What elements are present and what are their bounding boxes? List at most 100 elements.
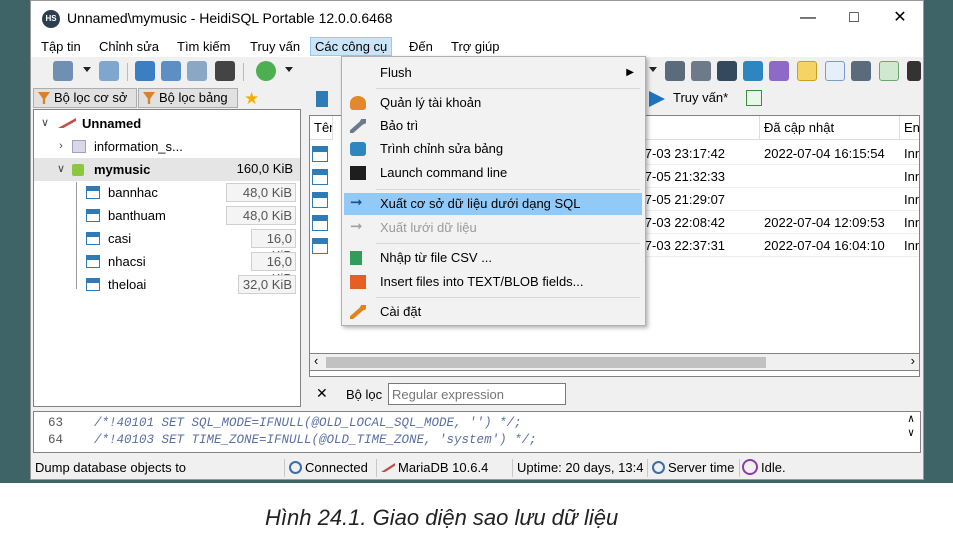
cell-updated[interactable]: 2022-07-04 16:04:10 (760, 234, 900, 257)
heidisql-logo-icon: HS (42, 10, 60, 28)
status-connected: Connected (289, 459, 377, 477)
connect-dropdown-icon[interactable] (83, 67, 91, 72)
folder-dropdown-icon[interactable] (649, 67, 657, 72)
db-filter-label: Bộ lọc cơ sở (54, 90, 128, 105)
cell-engine[interactable]: InnoDI (900, 165, 919, 188)
print-icon[interactable] (215, 61, 235, 81)
filter-input[interactable] (388, 383, 566, 405)
minimize-button[interactable]: — (785, 1, 831, 35)
database-icon (72, 140, 86, 153)
table-filter-tab[interactable]: Bộ lọc bảng (138, 88, 238, 108)
submenu-arrow-icon: ▶ (626, 67, 634, 78)
menu-preferences[interactable]: Cài đặt (344, 301, 642, 323)
menu-export-sql[interactable]: ➞ Xuất cơ sở dữ liệu dưới dạng SQL (344, 193, 642, 215)
tree-node-table[interactable]: banthuam 48,0 KiB (34, 204, 300, 227)
more-tools-icon[interactable] (907, 61, 921, 81)
scroll-left-icon[interactable]: ‹ (314, 353, 318, 368)
menu-insert-files[interactable]: Insert files into TEXT/BLOB fields... (344, 271, 642, 293)
scroll-up-icon[interactable]: ∧ (902, 412, 920, 426)
cell-updated[interactable] (760, 188, 900, 211)
log-line-number: 64 (48, 433, 64, 447)
expand-chevron-icon[interactable]: › (56, 135, 66, 158)
tree-node-mymusic[interactable]: ∨ mymusic 160,0 KiB (34, 158, 300, 181)
menu-maintenance[interactable]: Bảo trì (344, 115, 642, 137)
export-grid-icon: ➞ (350, 218, 363, 235)
warning-toggle-icon[interactable] (797, 61, 817, 81)
menu-import-csv[interactable]: Nhập từ file CSV ... (344, 247, 642, 269)
refresh-dropdown-icon[interactable] (285, 67, 293, 72)
tree-node-table[interactable]: casi 16,0 KiB (34, 227, 300, 263)
menu-table-editor[interactable]: Trình chỉnh sửa bảng (344, 138, 642, 160)
menu-help[interactable]: Trợ giúp (446, 37, 505, 56)
status-server: MariaDB 10.6.4 (381, 459, 513, 477)
tree-node-information-schema[interactable]: › information_s... (34, 135, 300, 158)
col-header-name[interactable]: Tên (310, 116, 333, 140)
new-query-tab-icon[interactable] (746, 90, 762, 106)
copy-icon[interactable] (135, 61, 155, 81)
paste-icon[interactable] (161, 61, 181, 81)
menu-separator (376, 88, 640, 89)
cell-engine[interactable]: InnoDI (900, 234, 919, 257)
undo-icon[interactable] (187, 61, 207, 81)
cell-engine[interactable]: InnoDI (900, 142, 919, 165)
cell-updated[interactable]: 2022-07-04 12:09:53 (760, 211, 900, 234)
tree-node-table[interactable]: nhacsi 16,0 KiB (34, 250, 300, 286)
status-server-label: MariaDB 10.6.4 (398, 460, 489, 475)
collapse-chevron-icon[interactable]: ∨ (40, 112, 50, 135)
col-header-engine[interactable]: Engine (900, 116, 919, 140)
save-icon[interactable] (665, 61, 685, 81)
menu-file[interactable]: Tập tin (36, 37, 86, 56)
table-editor-icon (350, 142, 366, 156)
menu-tools[interactable]: Các công cụ (310, 37, 393, 56)
close-button[interactable]: ✕ (877, 1, 923, 35)
cell-updated[interactable]: 2022-07-04 16:15:54 (760, 142, 900, 165)
favorites-star-icon[interactable]: ★ (244, 89, 259, 109)
menu-flush[interactable]: Flush ▶ (344, 62, 642, 84)
scroll-down-icon[interactable]: ∨ (902, 426, 920, 440)
collapse-chevron-icon[interactable]: ∨ (56, 158, 66, 181)
menu-user-manager[interactable]: Quản lý tài khoản (344, 92, 642, 114)
log-scrollbar[interactable]: ∧ ∨ (902, 412, 920, 452)
save-as-icon[interactable] (691, 61, 711, 81)
window-title: Unnamed\mymusic - HeidiSQL Portable 12.0… (67, 10, 393, 26)
binary-icon[interactable] (825, 61, 845, 81)
cell-updated[interactable] (760, 165, 900, 188)
host-tab-icon[interactable] (316, 91, 328, 107)
scroll-thumb[interactable] (326, 357, 766, 368)
col-header-updated[interactable]: Đã cập nhật (760, 116, 900, 140)
menu-goto[interactable]: Đến (404, 37, 438, 56)
wrap-lines-icon[interactable] (851, 61, 871, 81)
menu-launch-command-line[interactable]: Launch command line (344, 162, 642, 184)
menu-search[interactable]: Tìm kiếm (172, 37, 235, 56)
db-filter-tab[interactable]: Bộ lọc cơ sở (33, 88, 137, 108)
query-tab[interactable]: Truy vấn* (673, 87, 728, 109)
format-brush-icon[interactable] (769, 61, 789, 81)
dolphin-icon (58, 118, 76, 128)
find-icon[interactable] (717, 61, 737, 81)
disconnect-icon[interactable] (99, 61, 119, 81)
menu-query[interactable]: Truy vấn (245, 37, 305, 56)
status-server-time-label: Server time (668, 460, 735, 475)
refresh-icon[interactable] (256, 61, 276, 81)
auto-refresh-icon[interactable] (879, 61, 899, 81)
menu-export-grid[interactable]: ➞ Xuất lưới dữ liệu (344, 217, 642, 239)
menu-item-label: Trình chỉnh sửa bảng (380, 141, 504, 156)
cell-engine[interactable]: InnoDI (900, 211, 919, 234)
clock-icon (652, 461, 665, 474)
menu-separator (376, 297, 640, 298)
tree-node-table[interactable]: theloai 32,0 KiB (34, 273, 300, 296)
settings-wrench-icon (350, 305, 366, 319)
scroll-right-icon[interactable]: › (911, 353, 915, 368)
tree-node-server[interactable]: ∨ Unnamed (34, 112, 300, 135)
status-bar: Dump database objects to Connected Maria… (31, 457, 923, 479)
connect-icon[interactable] (53, 61, 73, 81)
maximize-button[interactable]: □ (831, 1, 877, 35)
menu-edit[interactable]: Chỉnh sửa (94, 37, 164, 56)
cell-engine[interactable]: InnoDI (900, 188, 919, 211)
play-query-icon[interactable] (649, 91, 665, 107)
tree-connector-line (76, 182, 77, 289)
horizontal-scrollbar[interactable]: ‹ › (309, 353, 920, 371)
close-filter-icon[interactable]: ✕ (316, 385, 328, 402)
tree-node-table[interactable]: bannhac 48,0 KiB (34, 181, 300, 204)
replace-icon[interactable] (743, 61, 763, 81)
